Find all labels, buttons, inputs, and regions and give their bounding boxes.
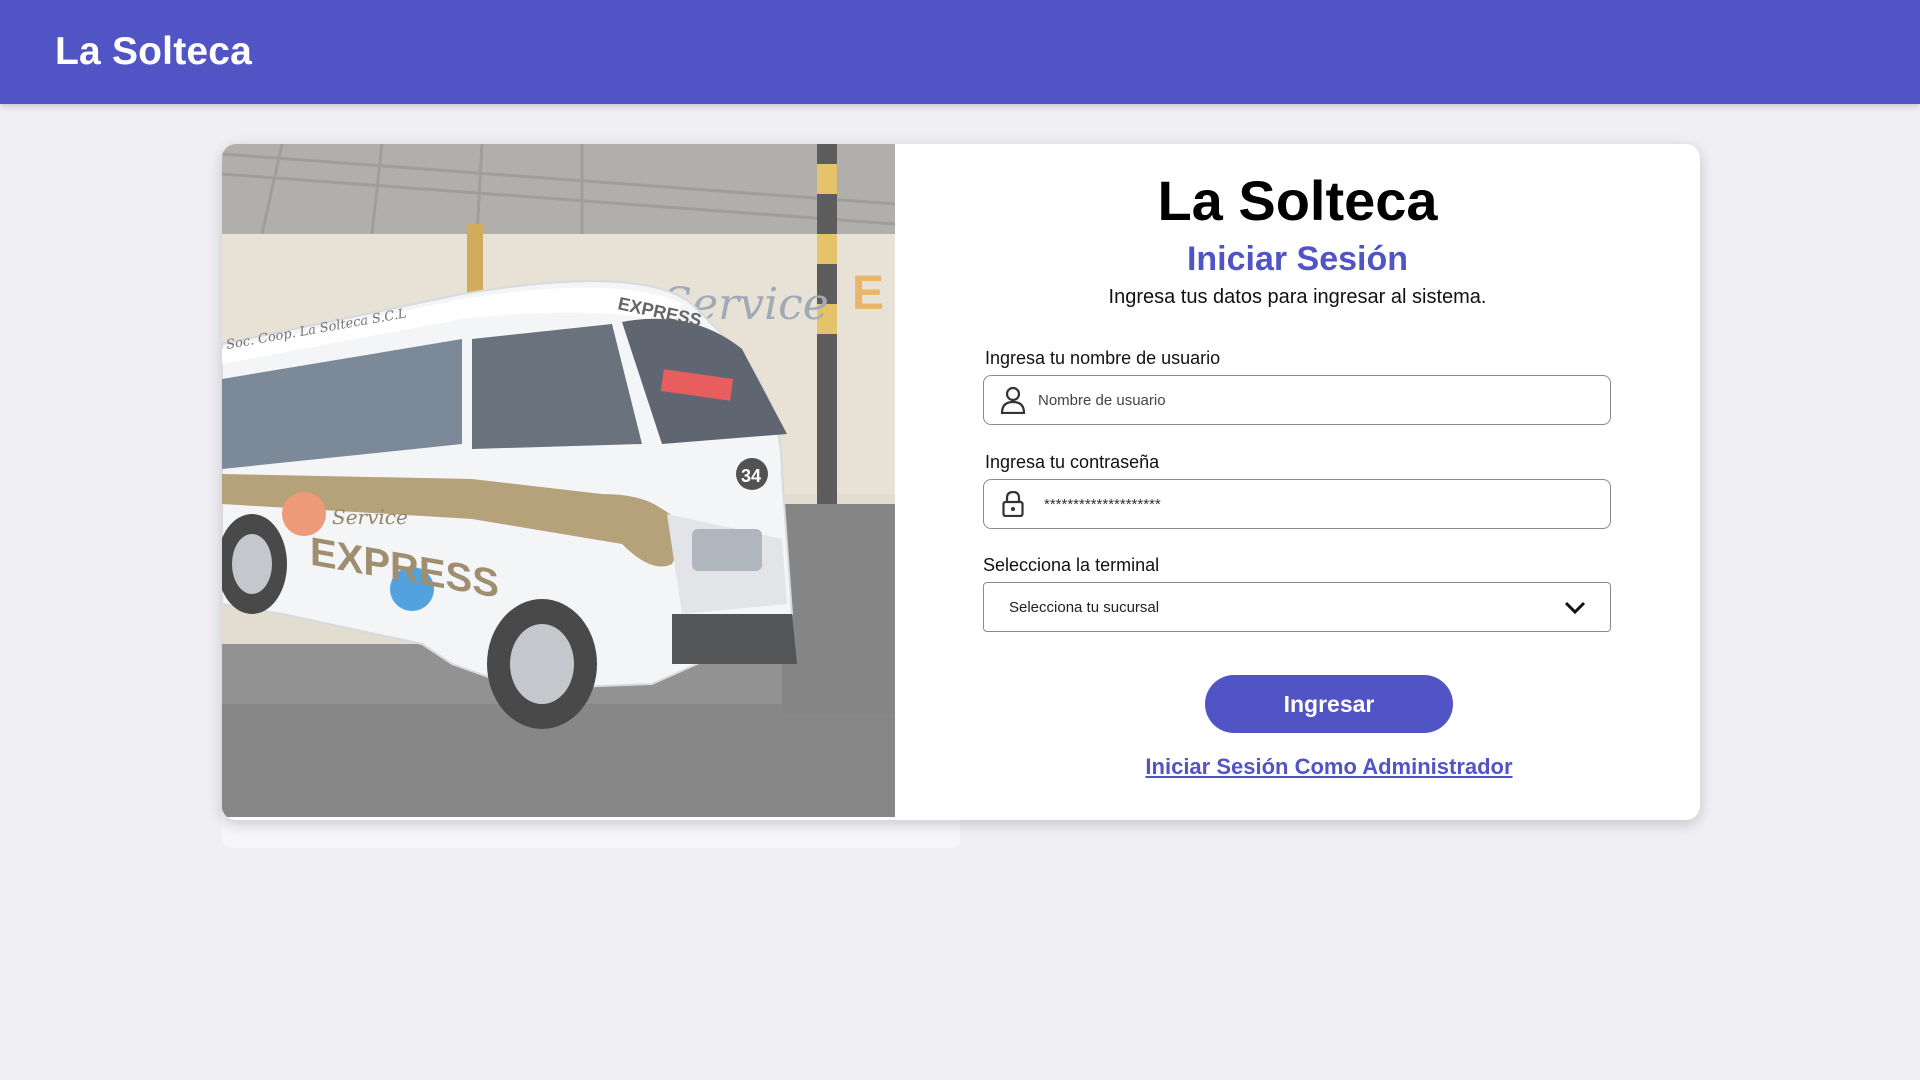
- username-input[interactable]: [1038, 391, 1598, 409]
- password-field[interactable]: [983, 479, 1611, 529]
- form-title: La Solteca: [1157, 169, 1438, 232]
- terminal-label: Selecciona la terminal: [983, 555, 1160, 575]
- van-illustration: Service E Service EXPRESS 34 Soc. Coop. …: [222, 144, 895, 817]
- terminal-selected-value: Selecciona tu sucursal: [1009, 598, 1160, 616]
- form-description: Ingresa tus datos para ingresar al siste…: [1108, 286, 1487, 308]
- admin-login-link[interactable]: Iniciar Sesión Como Administrador: [895, 754, 1700, 780]
- van-photo: Service E Service EXPRESS 34 Soc. Coop. …: [222, 144, 895, 817]
- lock-icon: [998, 489, 1028, 519]
- login-form: La Solteca Iniciar Sesión Ingresa tus da…: [895, 144, 1700, 820]
- username-label: Ingresa tu nombre de usuario: [985, 348, 1221, 368]
- password-input[interactable]: [1044, 495, 1604, 513]
- username-field[interactable]: [983, 375, 1611, 425]
- chevron-down-icon: [1564, 601, 1586, 615]
- terminal-select[interactable]: Selecciona tu sucursal: [983, 582, 1611, 632]
- form-subtitle: Iniciar Sesión: [1186, 240, 1409, 278]
- top-navbar: La Solteca: [0, 0, 1920, 104]
- login-card: Service E Service EXPRESS 34 Soc. Coop. …: [222, 144, 1700, 820]
- user-icon: [998, 385, 1028, 415]
- brand-title[interactable]: La Solteca: [55, 30, 252, 74]
- submit-button[interactable]: Ingresar: [1205, 675, 1453, 733]
- password-label: Ingresa tu contraseña: [985, 452, 1160, 472]
